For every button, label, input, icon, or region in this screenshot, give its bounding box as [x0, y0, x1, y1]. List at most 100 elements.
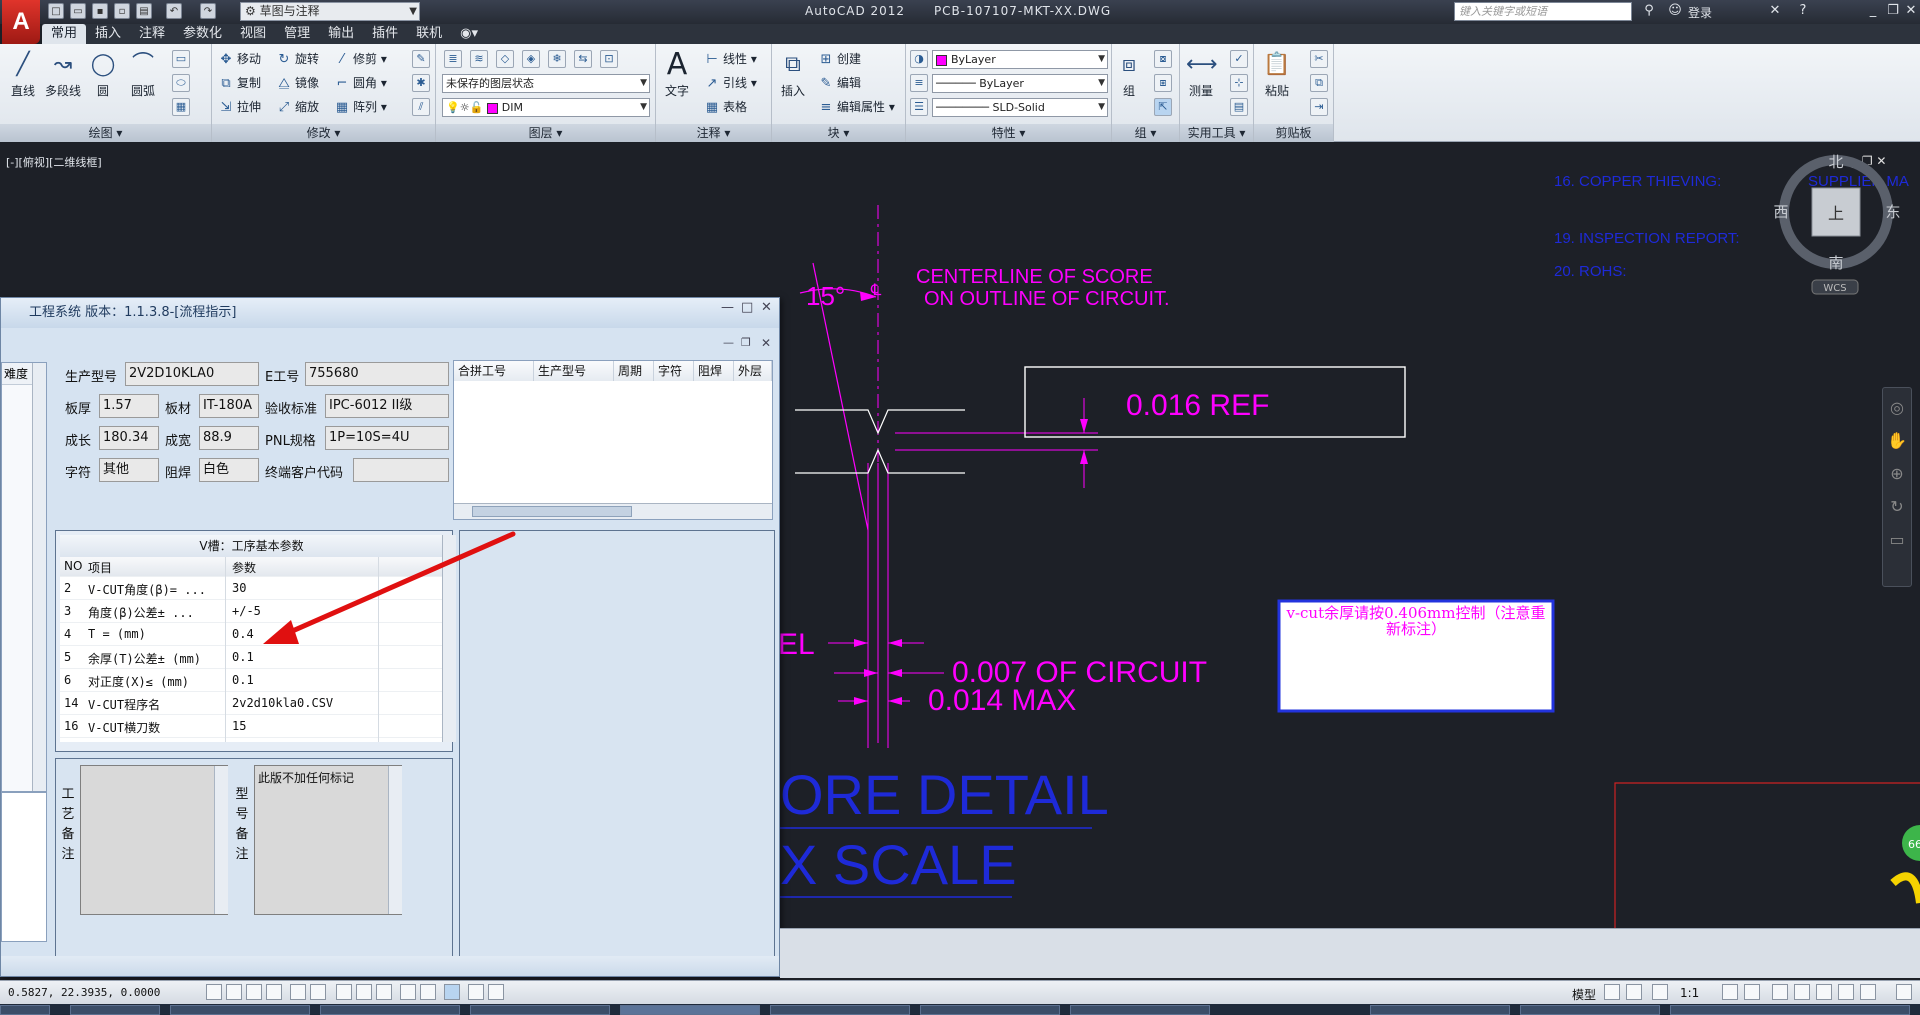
ducs-icon[interactable]: [376, 984, 392, 1000]
quick-view-icon[interactable]: [1626, 984, 1642, 1000]
compass-north[interactable]: 北: [1828, 153, 1843, 171]
auto-scale-icon[interactable]: [1744, 984, 1760, 1000]
insert-tool[interactable]: ⧉ 插入: [774, 50, 812, 99]
group-edit-icon[interactable]: ⧆: [1154, 74, 1172, 92]
draw-panel-title[interactable]: 绘图 ▾: [0, 124, 211, 142]
modify-panel-title[interactable]: 修改 ▾: [212, 124, 435, 142]
circle-tool[interactable]: ◯ 圆: [84, 50, 122, 99]
login-link[interactable]: 登录: [1688, 4, 1712, 21]
taskbar-item[interactable]: [920, 1005, 1060, 1015]
application-menu-button[interactable]: A: [2, 0, 40, 44]
text-tool[interactable]: A 文字: [658, 50, 696, 99]
restore-button[interactable]: ❐: [1884, 3, 1902, 19]
taskbar-item[interactable]: [1520, 1005, 1660, 1015]
ungroup-icon[interactable]: ⧇: [1154, 50, 1172, 68]
taskbar-item[interactable]: [70, 1005, 160, 1015]
system-tray[interactable]: [1670, 1005, 1910, 1015]
tab-home[interactable]: 常用: [42, 24, 87, 44]
undo-icon[interactable]: ↶: [166, 3, 182, 19]
taskbar-item[interactable]: [320, 1005, 460, 1015]
layer-state-select[interactable]: 未保存的图层状态 ▼: [442, 74, 650, 93]
exchange-icon[interactable]: ✕: [1766, 3, 1784, 19]
group-select-icon[interactable]: ⇱: [1154, 98, 1172, 116]
grid-icon[interactable]: [246, 984, 262, 1000]
taskbar-item[interactable]: [0, 1005, 50, 1015]
taskbar-item[interactable]: [770, 1005, 910, 1015]
layer-match-icon[interactable]: ⇆: [574, 50, 592, 68]
model-space-toggle[interactable]: 模型: [1572, 986, 1596, 1003]
tab-plugins[interactable]: 插件: [363, 24, 407, 44]
offset-icon[interactable]: ⫽: [412, 98, 430, 116]
layers-panel-title[interactable]: 图层 ▾: [436, 124, 655, 142]
match-icon[interactable]: ⇥: [1310, 98, 1328, 116]
properties-panel-title[interactable]: 特性 ▾: [906, 124, 1111, 142]
taskbar-item[interactable]: [470, 1005, 610, 1015]
scale-tool[interactable]: ⤢ 缩放: [276, 97, 319, 117]
hatch-icon[interactable]: ▦: [172, 98, 190, 116]
rectangle-icon[interactable]: ▭: [172, 50, 190, 68]
selection-cycling-icon[interactable]: [488, 984, 504, 1000]
utilities-panel-title[interactable]: 实用工具 ▾: [1180, 124, 1253, 142]
list-icon[interactable]: ☰: [910, 98, 928, 116]
layer-icon[interactable]: ≋: [470, 50, 488, 68]
compass-south[interactable]: 南: [1828, 254, 1843, 272]
annotation-scale[interactable]: 1:1: [1680, 986, 1699, 1000]
linetype-select[interactable]: ────── ByLayer ▼: [932, 74, 1108, 93]
create-block-tool[interactable]: ⊞ 创建: [818, 49, 861, 69]
redo-icon[interactable]: ↷: [200, 3, 216, 19]
tab-parametric[interactable]: 参数化: [174, 24, 231, 44]
navigation-bar[interactable]: ◎ ✋ ⊕ ↻ ▭: [1882, 387, 1912, 587]
group-tool[interactable]: ⧈ 组: [1114, 50, 1144, 99]
clipboard-panel-title[interactable]: 剪贴板: [1254, 124, 1333, 142]
workspace-select[interactable]: ⚙ 草图与注释 ▼: [240, 2, 420, 21]
line-tool[interactable]: ╱ 直线: [4, 50, 42, 99]
user-icon[interactable]: ☺: [1666, 3, 1684, 19]
quick-select-icon[interactable]: ✓: [1230, 50, 1248, 68]
arc-tool[interactable]: ⌒ 圆弧: [124, 50, 162, 99]
table-tool[interactable]: ▦ 表格: [704, 97, 747, 117]
copy-clip-icon[interactable]: ⧉: [1310, 74, 1328, 92]
open-file-icon[interactable]: ▭: [70, 3, 86, 19]
tab-online[interactable]: 联机: [407, 24, 451, 44]
showmotion-icon[interactable]: ▭: [1883, 530, 1911, 549]
layout-icon[interactable]: [1604, 984, 1620, 1000]
tab-manage[interactable]: 管理: [275, 24, 319, 44]
mirror-tool[interactable]: ⧋ 镜像: [276, 73, 319, 93]
layer-lock-icon[interactable]: ⊡: [600, 50, 618, 68]
erase-icon[interactable]: ✎: [412, 50, 430, 68]
new-file-icon[interactable]: □: [48, 3, 64, 19]
lock-icon[interactable]: [1794, 984, 1810, 1000]
save-icon[interactable]: ▪: [92, 3, 108, 19]
copy-tool[interactable]: ⧉ 复制: [218, 73, 261, 93]
calculator-icon[interactable]: ▤: [1230, 98, 1248, 116]
save-as-icon[interactable]: ▫: [114, 3, 130, 19]
steering-wheel-icon[interactable]: ◎: [1883, 398, 1911, 417]
zoom-icon[interactable]: ⊕: [1883, 464, 1911, 483]
rotate-tool[interactable]: ↻ 旋转: [276, 49, 319, 69]
3d-osnap-icon[interactable]: [336, 984, 352, 1000]
print-icon[interactable]: ▤: [136, 3, 152, 19]
otrack-icon[interactable]: [356, 984, 372, 1000]
binoculars-icon[interactable]: ⚲: [1640, 3, 1658, 19]
osnap-icon[interactable]: [310, 984, 326, 1000]
ribbon-minimize-icon[interactable]: ◉▾: [451, 24, 487, 44]
minimize-button[interactable]: _: [1864, 3, 1882, 19]
measure-tool[interactable]: ⟷ 测量: [1182, 50, 1220, 99]
layer-properties-icon[interactable]: ≣: [444, 50, 462, 68]
transparency-icon[interactable]: [444, 984, 460, 1000]
clean-screen-icon[interactable]: [1896, 984, 1912, 1000]
trim-tool[interactable]: ⁄ 修剪 ▾: [334, 49, 387, 69]
edit-attr-tool[interactable]: ≡ 编辑属性 ▾: [818, 97, 895, 117]
isolate-icon[interactable]: [1838, 984, 1854, 1000]
pan-status-icon[interactable]: [1652, 984, 1668, 1000]
leader-tool[interactable]: ↗ 引线 ▾: [704, 73, 757, 93]
block-panel-title[interactable]: 块 ▾: [772, 124, 905, 142]
workspace-switch-icon[interactable]: [1772, 984, 1788, 1000]
layer-off-icon[interactable]: ◇: [496, 50, 514, 68]
annotation-visibility-icon[interactable]: [1722, 984, 1738, 1000]
pan-icon[interactable]: ✋: [1883, 431, 1911, 450]
ellipse-icon[interactable]: ⬭: [172, 74, 190, 92]
taskbar-item[interactable]: [1070, 1005, 1210, 1015]
dyn-icon[interactable]: [400, 984, 416, 1000]
annotation-panel-title[interactable]: 注释 ▾: [656, 124, 771, 142]
